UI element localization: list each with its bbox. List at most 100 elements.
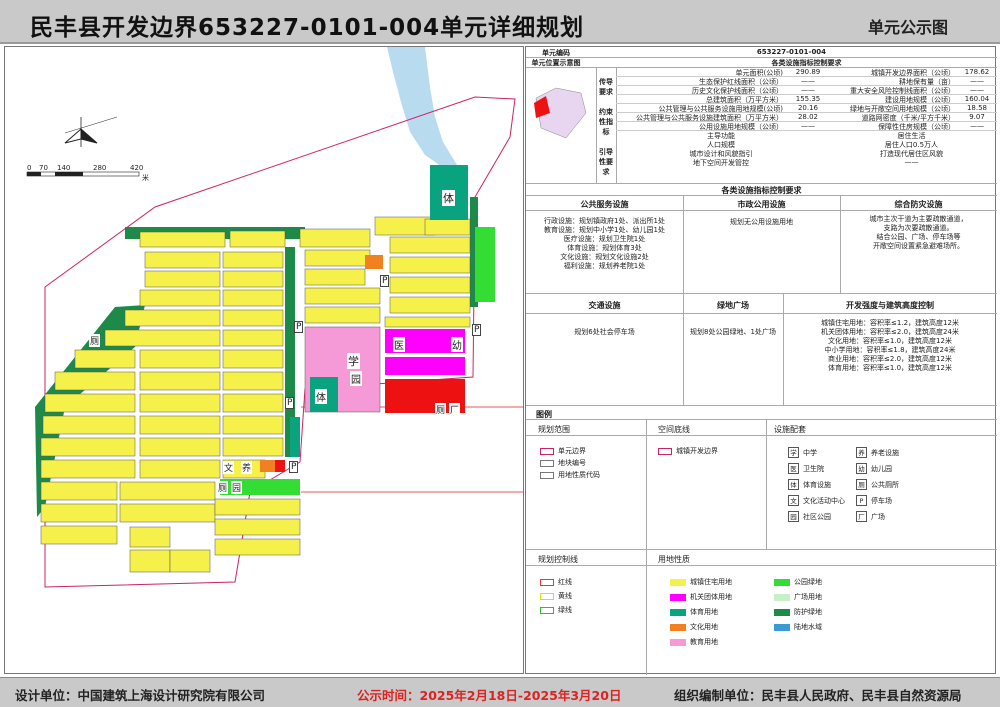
header-bar: 民丰县开发边界653227-0101-004单元详细规划 单元公示图 — [0, 0, 1000, 44]
footer-designer: 设计单位：中国建筑上海设计研究院有限公司 — [15, 688, 266, 703]
legend-land-item: 城镇住宅用地 — [670, 577, 732, 587]
fac-head-municipal: 市政公用设施 — [737, 200, 786, 209]
map-label-sport-mid: 体 — [315, 389, 327, 404]
fac-head-green: 绿地广场 — [717, 301, 749, 310]
facility-label: 卫生院 — [803, 465, 824, 473]
public-service-item: 教育设施：规划中小学1处、幼儿园1处 — [544, 226, 665, 234]
footer-organizer: 组织编制单位：民丰县人民政府、民丰县自然资源局 — [674, 688, 962, 703]
land-label: 文化用地 — [690, 623, 718, 631]
legend-unit-boundary: 单元边界 — [558, 447, 586, 455]
location-map — [534, 87, 587, 139]
facility-icon: 养 — [856, 447, 867, 458]
indicator-value: —— — [970, 77, 984, 85]
land-swatch — [670, 638, 686, 646]
map-label-parking-3: P — [289, 461, 299, 473]
map-label-parking-4: P — [472, 324, 482, 336]
facility-icon: P — [856, 495, 867, 506]
intensity-item: 体育用地：容积率≤1.0，建筑高度12米 — [828, 364, 952, 372]
legend-land-item: 防护绿地 — [774, 607, 822, 617]
legend-facility-item: P 停车场 — [856, 495, 899, 506]
disaster-item: 城市主次干道为主要疏散通道， — [869, 215, 968, 223]
public-service-item: 福利设施：规划养老院1处 — [563, 262, 646, 270]
map-label-toilet-2: 厕 — [435, 403, 447, 416]
public-service-item: 体育设施：规划体育3处 — [567, 244, 642, 252]
fac-head-public: 公共服务设施 — [580, 200, 629, 209]
legend-land-title: 用地性质 — [658, 555, 690, 564]
facility-label: 养老设施 — [871, 449, 899, 457]
land-swatch — [774, 608, 790, 616]
intensity-item: 城镇住宅用地：容积率≤1.2，建筑高度12米 — [821, 319, 959, 327]
facility-icon: 园 — [788, 511, 799, 522]
culture-parcel-1 — [365, 255, 383, 269]
plan-map[interactable]: 0 70 140 280 420 米 体 学 园 医 幼 体 厕 厕 厂 文 养… — [4, 46, 524, 674]
disaster-item: 开敞空间设置紧急避难场所。 — [873, 242, 964, 250]
guide-name: 地下空间开发管控 — [693, 159, 749, 167]
legend-fac-title: 设施配套 — [774, 425, 806, 434]
public-service-item: 行政设施：规划镇政府1处、派出所1处 — [544, 217, 665, 225]
facility-icon: 厕 — [856, 479, 867, 490]
legend-facility-item: 养养老设施 — [856, 447, 899, 458]
land-swatch — [774, 578, 790, 586]
scale-unit: 米 — [142, 174, 149, 182]
indicator-value: —— — [801, 77, 815, 85]
disaster-item: 支路为次要疏散通道。 — [883, 224, 954, 232]
public-service-item: 文化设施：规划文化设施2处 — [560, 253, 649, 261]
public-service-item: 医疗设施：规划卫生院1处 — [563, 235, 646, 243]
land-label: 防护绿地 — [794, 608, 822, 616]
compass — [64, 116, 118, 147]
facility-label: 幼儿园 — [871, 465, 892, 473]
legend-land-item: 教育用地 — [670, 637, 732, 647]
map-label-parking-2: P — [285, 397, 295, 409]
land-label: 机关团体用地 — [690, 593, 732, 601]
legend-facility-item: 厂广场 — [856, 511, 899, 522]
legend-facility-item: 幼幼儿园 — [856, 463, 899, 474]
legend-land-item: 广场用地 — [774, 592, 822, 602]
indicator-value: —— — [801, 86, 815, 94]
facility-icon: 学 — [788, 447, 799, 458]
legend-yellow-line: 黄线 — [558, 592, 572, 600]
legend-facility-item: 体体育设施 — [788, 479, 845, 490]
legend-facility-item: 学中学 — [788, 447, 845, 458]
facility-icon: 医 — [788, 463, 799, 474]
facility-label: 中学 — [803, 449, 817, 457]
plan-map-svg — [26, 47, 523, 588]
indicator-value: —— — [970, 86, 984, 94]
map-label-toilet-1: 厕 — [89, 334, 101, 347]
scale-tick-140: 140 — [57, 164, 71, 172]
care-parcel — [275, 460, 285, 472]
legend-red-line: 红线 — [558, 578, 572, 586]
facility-icon: 厂 — [856, 511, 867, 522]
map-label-parking-1: P — [294, 321, 304, 333]
map-label-culture: 文 — [223, 461, 235, 474]
indicator-value: 160.04 — [964, 95, 990, 103]
footer-period: 公示时间：2025年2月18日-2025年3月20日 — [357, 688, 622, 703]
guide-value: —— — [904, 158, 919, 166]
gov-parcel — [385, 357, 465, 375]
footer-bar: 设计单位：中国建筑上海设计研究院有限公司 公示时间：2025年2月18日-202… — [0, 677, 1000, 707]
disaster-item: 结合公园、广场、停车场等 — [876, 233, 961, 241]
map-label-hospital: 医 — [393, 337, 405, 352]
unit-no-value: 653227-0101-004 — [756, 48, 827, 56]
scale-tick-420: 420 — [130, 164, 144, 172]
land-swatch — [774, 623, 790, 631]
legend-scope-title: 规划范围 — [538, 425, 570, 434]
facility-label: 文化活动中心 — [803, 497, 845, 505]
info-panel: 单元编码 653227-0101-004 单元位置示意图 各类设施指标控制要求 … — [525, 46, 997, 675]
map-label-toilet-3: 厕 — [217, 481, 229, 494]
legend-facility-item: 厕公共厕所 — [856, 479, 899, 490]
park-east — [475, 227, 495, 302]
sport-west — [290, 417, 300, 457]
intensity-item: 商业用地：容积率≤2.0，建筑高度12米 — [828, 355, 952, 363]
traffic-text: 规划6处社会停车场 — [574, 328, 635, 336]
legend-space-title: 空间底线 — [658, 425, 690, 434]
fac-head-intensity: 开发强度与建筑高度控制 — [846, 301, 934, 310]
scale-bar — [26, 171, 140, 177]
map-label-park: 园 — [350, 371, 362, 386]
river — [387, 47, 457, 169]
legend-facility-item: 园社区公园 — [788, 511, 845, 522]
facility-icon: 体 — [788, 479, 799, 490]
map-label-school: 学 — [347, 353, 360, 369]
indicator-value: 18.58 — [966, 104, 988, 112]
map-label-square: 厂 — [449, 403, 461, 416]
land-label: 城镇住宅用地 — [690, 578, 732, 586]
